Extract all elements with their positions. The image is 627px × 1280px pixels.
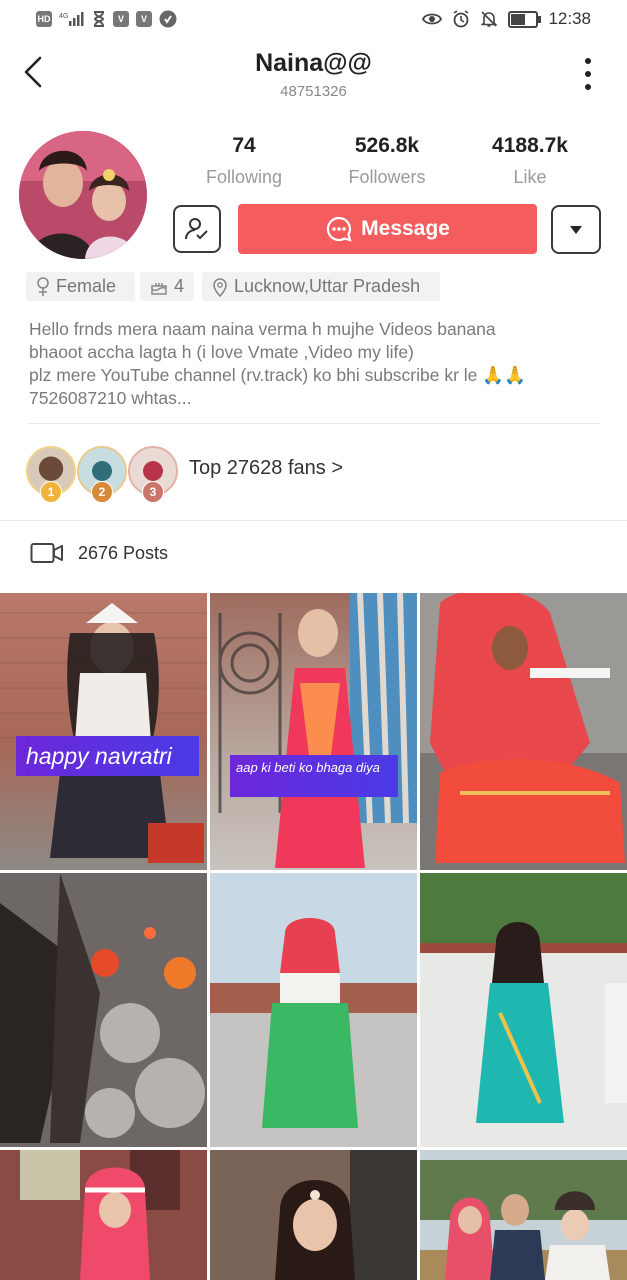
more-actions-dropdown[interactable] <box>551 205 601 254</box>
more-options-icon[interactable] <box>575 56 601 92</box>
bio-text[interactable]: Hello frnds mera naam naina verma h mujh… <box>29 318 609 410</box>
video-camera-icon <box>30 543 63 563</box>
following-label: Following <box>205 167 283 187</box>
post-image <box>0 1150 207 1280</box>
clock: 12:38 <box>548 9 591 28</box>
hourglass-icon <box>93 11 105 27</box>
shield-icon <box>159 10 177 28</box>
post-image <box>420 1150 627 1280</box>
gender-tag: Female <box>26 272 135 301</box>
bio-line: Hello frnds mera naam naina verma h mujh… <box>29 319 496 339</box>
fan-rank-badge: 3 <box>142 481 164 503</box>
avatar-photo <box>19 131 147 259</box>
location-pin-icon <box>213 277 227 297</box>
post-thumbnail[interactable] <box>0 1150 207 1280</box>
followers-label: Followers <box>348 167 426 187</box>
likes-label: Like <box>513 167 547 187</box>
post-image <box>210 873 417 1147</box>
post-image <box>218 593 417 868</box>
age-text: 4 <box>173 276 184 296</box>
signal-icon: 4G <box>59 12 84 26</box>
caret-down-icon <box>570 225 582 234</box>
bio-line: plz mere YouTube channel (rv.track) ko b… <box>29 365 526 385</box>
post-thumbnail[interactable] <box>420 593 627 870</box>
fan-rank-badge: 2 <box>91 481 113 503</box>
post-thumbnail[interactable] <box>0 873 207 1147</box>
bio-line: bhaoot accha lagta h (i love Vmate ,Vide… <box>29 342 414 362</box>
post-image <box>420 873 627 1147</box>
svg-text:4G: 4G <box>59 13 68 20</box>
location-text: Lucknow,Uttar Pradesh <box>234 276 421 296</box>
female-icon <box>37 276 49 296</box>
followers-count: 526.8k <box>354 134 420 157</box>
likes-stat[interactable]: 4188.7k Like <box>455 134 605 188</box>
top-fan-avatar[interactable]: 3 <box>128 446 178 503</box>
post-thumbnail[interactable]: happy navratri <box>0 593 207 870</box>
post-image <box>0 873 207 1147</box>
gender-text: Female <box>56 276 117 296</box>
post-image <box>210 1150 417 1280</box>
battery-icon <box>508 10 542 28</box>
post-image <box>0 603 207 863</box>
post-thumbnail[interactable] <box>420 873 627 1147</box>
posts-header: 2676 Posts <box>30 542 168 564</box>
post-caption: aap ki beti ko bhaga diya <box>230 755 398 797</box>
message-label: Message <box>361 217 450 240</box>
top-fans-link[interactable]: Top 27628 fans > <box>189 457 343 480</box>
post-caption: happy navratri <box>16 736 199 776</box>
page-title: Naina@@ <box>255 49 372 77</box>
cake-icon <box>151 282 167 295</box>
divider <box>28 423 600 424</box>
follow-button[interactable] <box>173 205 221 253</box>
location-tag: Lucknow,Uttar Pradesh <box>202 272 440 301</box>
divider <box>0 520 627 521</box>
posts-count: 2676 Posts <box>78 542 169 563</box>
hd-icon: HD <box>36 11 52 27</box>
eye-icon <box>422 13 443 25</box>
vmate-icon: V <box>113 11 129 27</box>
user-id: 48751326 <box>280 83 347 100</box>
followers-stat[interactable]: 526.8k Followers <box>312 134 462 188</box>
profile-avatar[interactable] <box>19 131 147 259</box>
top-fan-avatar[interactable]: 2 <box>77 446 127 503</box>
status-bar: HD 4G V V 12:38 <box>0 0 627 38</box>
following-count: 74 <box>232 134 256 157</box>
chat-bubble-icon <box>327 216 352 242</box>
post-image <box>420 593 627 870</box>
fan-rank-badge: 1 <box>40 481 62 503</box>
alarm-icon <box>454 10 469 28</box>
post-thumbnail[interactable] <box>420 1150 627 1280</box>
vmate-icon-2: V <box>136 11 152 27</box>
message-button[interactable]: Message <box>238 204 537 254</box>
user-check-icon <box>185 218 208 240</box>
top-fan-avatar[interactable]: 1 <box>26 446 76 503</box>
post-thumbnail[interactable] <box>210 873 417 1147</box>
age-tag: 4 <box>140 272 194 301</box>
post-thumbnail[interactable]: aap ki beti ko bhaga diya <box>210 593 417 870</box>
bell-off-icon <box>481 11 498 27</box>
post-thumbnail[interactable] <box>210 1150 417 1280</box>
bio-line: 7526087210 whtas... <box>29 388 192 408</box>
following-stat[interactable]: 74 Following <box>169 134 319 188</box>
likes-count: 4188.7k <box>492 134 568 157</box>
